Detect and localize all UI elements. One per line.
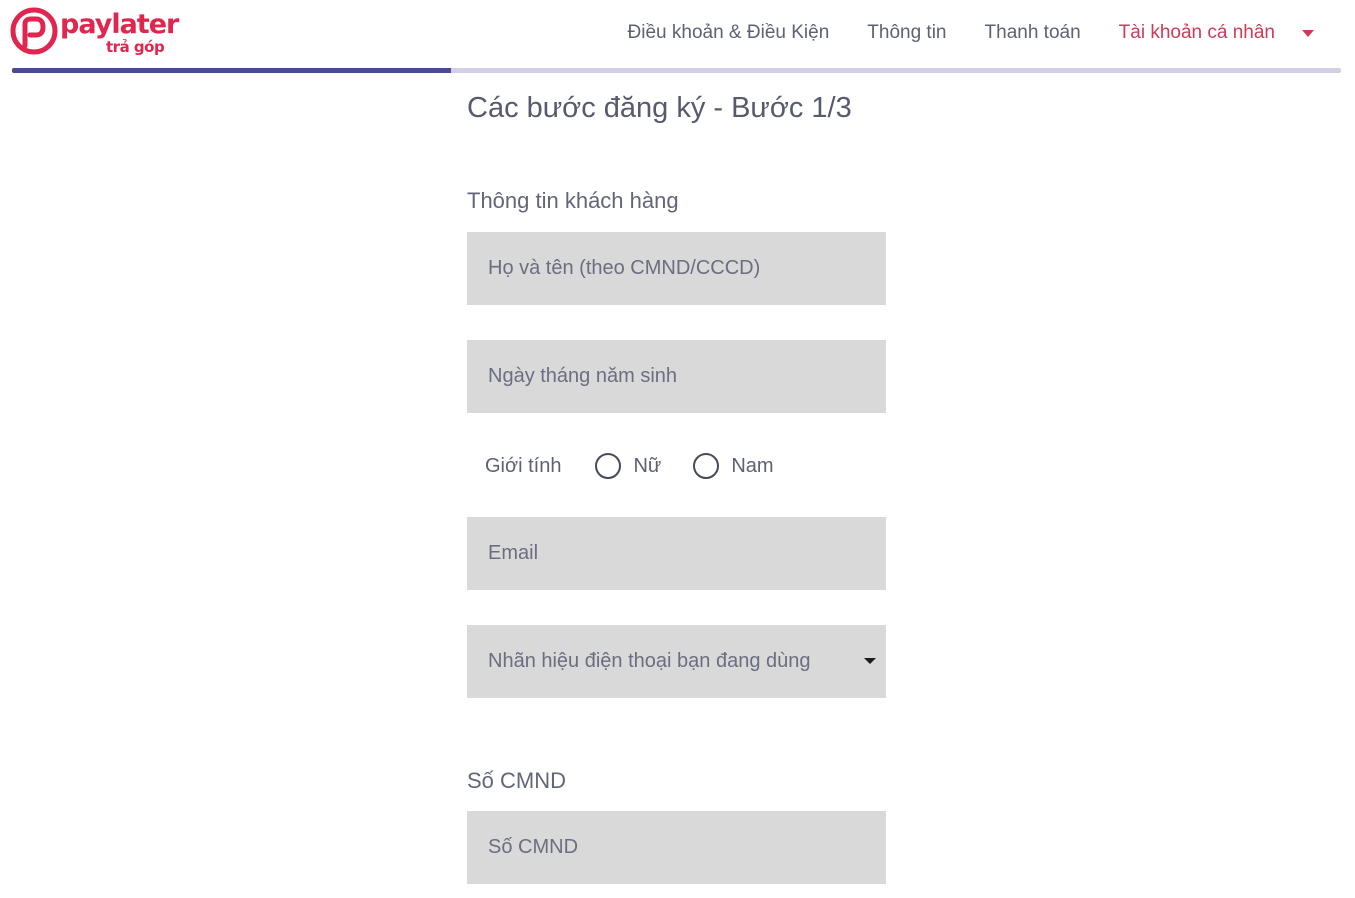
full-name-input[interactable] xyxy=(488,232,886,305)
nav-item-personal-account[interactable]: Tài khoản cá nhân xyxy=(1119,20,1275,46)
account-dropdown-toggle[interactable] xyxy=(1301,20,1315,46)
customer-info-heading: Thông tin khách hàng xyxy=(467,188,679,213)
email-field[interactable] xyxy=(467,517,886,590)
radio-male[interactable] xyxy=(693,453,720,479)
radio-label-female: Nữ xyxy=(633,454,662,477)
gender-option-male[interactable]: Nam xyxy=(693,453,774,479)
dob-input[interactable] xyxy=(488,340,886,413)
radio-female[interactable] xyxy=(595,453,622,479)
email-input[interactable] xyxy=(488,517,886,590)
caret-down-icon xyxy=(1302,29,1314,37)
phone-brand-select[interactable]: Nhãn hiệu điện thoại bạn đang dùng xyxy=(467,625,886,698)
caret-down-icon xyxy=(864,658,876,664)
top-header: paylater trả góp Điều khoản & Điều Kiện … xyxy=(0,0,1355,73)
registration-page: paylater trả góp Điều khoản & Điều Kiện … xyxy=(0,0,1355,898)
paylater-logo-icon xyxy=(10,7,58,55)
gender-group: Giới tính Nữ Nam xyxy=(485,451,806,481)
paylater-logo[interactable]: paylater trả góp xyxy=(10,6,180,60)
cmnd-input[interactable] xyxy=(488,811,886,884)
main-nav: Điều khoản & Điều Kiện Thông tin Thanh t… xyxy=(590,20,1315,46)
cmnd-field[interactable] xyxy=(467,811,886,884)
full-name-field[interactable] xyxy=(467,232,886,305)
phone-brand-selected-text: Nhãn hiệu điện thoại bạn đang dùng xyxy=(488,650,811,672)
dob-field[interactable] xyxy=(467,340,886,413)
nav-item-info[interactable]: Thông tin xyxy=(867,20,946,46)
page-title: Các bước đăng ký - Bước 1/3 xyxy=(467,92,852,124)
nav-item-payment[interactable]: Thanh toán xyxy=(985,20,1081,46)
gender-option-female[interactable]: Nữ xyxy=(595,453,661,479)
nav-item-terms[interactable]: Điều khoản & Điều Kiện xyxy=(628,20,830,46)
brand-name: paylater xyxy=(60,9,179,40)
registration-progress-bar xyxy=(12,68,1341,73)
radio-label-male: Nam xyxy=(731,454,774,477)
brand-tagline: trả góp xyxy=(106,38,165,56)
registration-form: Các bước đăng ký - Bước 1/3 Thông tin kh… xyxy=(467,88,887,884)
gender-label: Giới tính xyxy=(485,454,562,477)
cmnd-heading: Số CMND xyxy=(467,768,567,793)
registration-progress-fill xyxy=(12,68,451,73)
